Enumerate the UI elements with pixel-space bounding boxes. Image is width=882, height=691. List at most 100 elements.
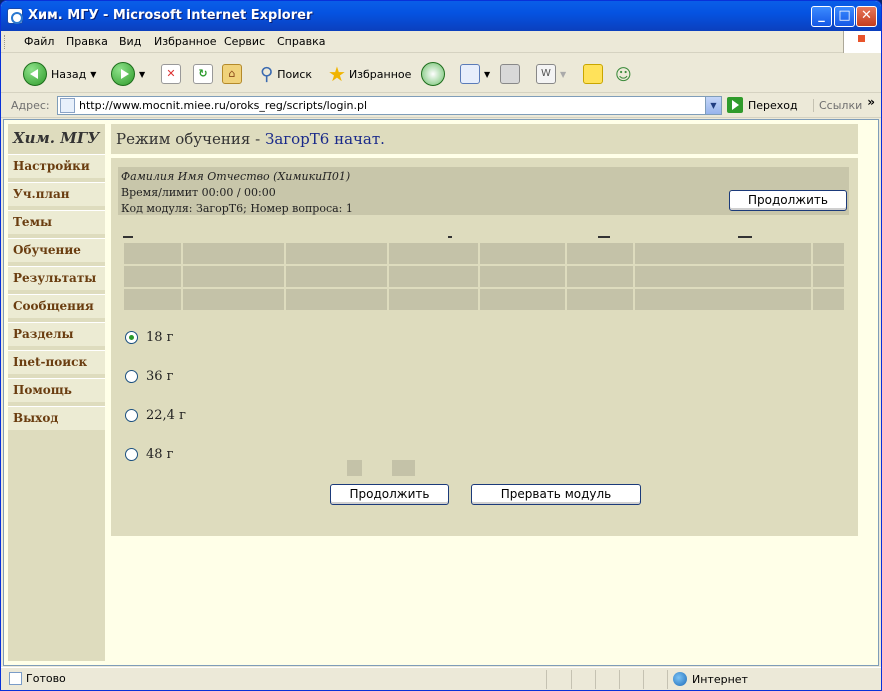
radio-button[interactable] (125, 370, 138, 383)
menu-favorites[interactable]: Избранное (154, 35, 216, 48)
table-row (124, 243, 844, 264)
chevron-down-icon[interactable]: ▼ (705, 97, 721, 114)
continue-top-button[interactable]: Продолжить (729, 190, 847, 211)
history-button[interactable] (421, 60, 445, 88)
menu-view[interactable]: Вид (119, 35, 141, 48)
search-icon: ⚲ (260, 63, 274, 85)
home-icon: ⌂ (222, 64, 242, 84)
radio-button[interactable] (125, 331, 138, 344)
note-icon (583, 64, 603, 84)
favorites-label: Избранное (348, 67, 412, 81)
chevron-down-icon[interactable]: ▼ (560, 70, 566, 79)
discuss-button[interactable] (583, 60, 603, 88)
history-icon (421, 62, 445, 86)
chevron-down-icon[interactable]: ▼ (484, 70, 490, 79)
security-zone: Интернет (673, 672, 748, 686)
answer-option-2[interactable]: 36 г (125, 369, 174, 384)
edit-button[interactable]: W ▼ (536, 60, 566, 88)
sidebar-item-settings[interactable]: Настройки (8, 154, 105, 178)
globe-icon (673, 672, 687, 686)
page-done-icon (9, 672, 22, 685)
address-input[interactable]: http://www.mocnit.miee.ru/oroks_reg/scri… (57, 96, 722, 115)
sidebar-item-results[interactable]: Результаты (8, 266, 105, 290)
ie-icon (7, 8, 23, 24)
sidebar-item-help[interactable]: Помощь (8, 378, 105, 402)
browser-window: Хим. МГУ - Microsoft Internet Explorer _… (0, 0, 882, 691)
menu-help[interactable]: Справка (277, 35, 325, 48)
favorites-button[interactable]: ★ Избранное (328, 60, 411, 88)
answer-option-1[interactable]: 18 г (125, 330, 174, 345)
placeholder-block (392, 460, 415, 476)
mail-button[interactable]: ▼ (460, 60, 490, 88)
forward-arrow-icon (111, 62, 135, 86)
go-label: Переход (748, 98, 798, 112)
maximize-button[interactable]: □ (834, 6, 855, 27)
sidebar-item-exit[interactable]: Выход (8, 406, 105, 430)
sidebar-item-topics[interactable]: Темы (8, 210, 105, 234)
radio-button[interactable] (125, 448, 138, 461)
window-title: Хим. МГУ - Microsoft Internet Explorer (28, 8, 313, 23)
zone-label: Интернет (692, 672, 748, 686)
star-icon: ★ (328, 62, 346, 86)
title-bar[interactable]: Хим. МГУ - Microsoft Internet Explorer _… (1, 1, 881, 31)
question-text-fragment (118, 232, 849, 240)
student-name: Фамилия Имя Отчество (ХимикиП01) (121, 170, 351, 183)
menu-tools[interactable]: Сервис (224, 35, 265, 48)
back-button[interactable]: Назад ▼ (23, 60, 96, 88)
go-button[interactable]: Переход (727, 97, 798, 113)
chevron-down-icon[interactable]: ▼ (90, 70, 96, 79)
answer-label: 22,4 г (146, 408, 186, 423)
question-panel: Фамилия Имя Отчество (ХимикиП01) Время/л… (111, 158, 858, 536)
sidebar-item-learning[interactable]: Обучение (8, 238, 105, 262)
sidebar-item-inet-search[interactable]: Inet-поиск (8, 350, 105, 374)
continue-button[interactable]: Продолжить (330, 484, 449, 505)
answer-option-4[interactable]: 48 г (125, 447, 174, 462)
menu-file[interactable]: Файл (24, 35, 54, 48)
messenger-button[interactable]: ☺ (615, 60, 632, 88)
sidebar-item-plan[interactable]: Уч.план (8, 182, 105, 206)
messenger-icon: ☺ (615, 64, 632, 84)
answer-option-3[interactable]: 22,4 г (125, 408, 186, 423)
status-bar: Готово Интернет (1, 667, 881, 690)
chevron-down-icon[interactable]: ▼ (139, 70, 145, 79)
sidebar-item-messages[interactable]: Сообщения (8, 294, 105, 318)
status-text: Готово (9, 672, 66, 685)
table-row (124, 266, 844, 287)
search-button[interactable]: ⚲ Поиск (260, 60, 312, 88)
stop-button[interactable]: ✕ (161, 60, 181, 88)
menu-bar: Файл Правка Вид Избранное Сервис Справка (1, 31, 881, 53)
menu-edit[interactable]: Правка (66, 35, 108, 48)
links-button[interactable]: Ссылки (813, 99, 862, 112)
table-row (124, 289, 844, 310)
mail-icon (460, 64, 480, 84)
stop-icon: ✕ (161, 64, 181, 84)
printer-icon (500, 64, 520, 84)
address-bar: Адрес: http://www.mocnit.miee.ru/oroks_r… (1, 94, 881, 118)
search-label: Поиск (277, 67, 313, 81)
address-url[interactable]: http://www.mocnit.miee.ru/oroks_reg/scri… (79, 99, 367, 112)
page-title: Режим обучения - ЗагорТ6 начат. (111, 124, 858, 154)
question-table (122, 241, 846, 312)
print-button[interactable] (500, 60, 520, 88)
answer-label: 36 г (146, 369, 174, 384)
refresh-button[interactable]: ↻ (193, 60, 213, 88)
chevron-right-icon[interactable]: » (867, 95, 875, 109)
address-label: Адрес: (11, 99, 50, 112)
site-title: Хим. МГУ (13, 129, 100, 147)
minimize-button[interactable]: _ (811, 6, 832, 27)
refresh-icon: ↻ (193, 64, 213, 84)
sidebar-item-sections[interactable]: Разделы (8, 322, 105, 346)
home-button[interactable]: ⌂ (222, 60, 242, 88)
word-icon: W (536, 64, 556, 84)
back-label: Назад (51, 67, 87, 81)
forward-button[interactable]: ▼ (111, 60, 145, 88)
abort-module-button[interactable]: Прервать модуль (471, 484, 641, 505)
placeholder-block (347, 460, 362, 476)
close-button[interactable]: ✕ (856, 6, 877, 27)
radio-button[interactable] (125, 409, 138, 422)
answer-label: 18 г (146, 330, 174, 345)
answer-label: 48 г (146, 447, 174, 462)
status-label: Готово (26, 672, 66, 685)
go-arrow-icon (727, 97, 743, 113)
page-icon (60, 98, 75, 113)
